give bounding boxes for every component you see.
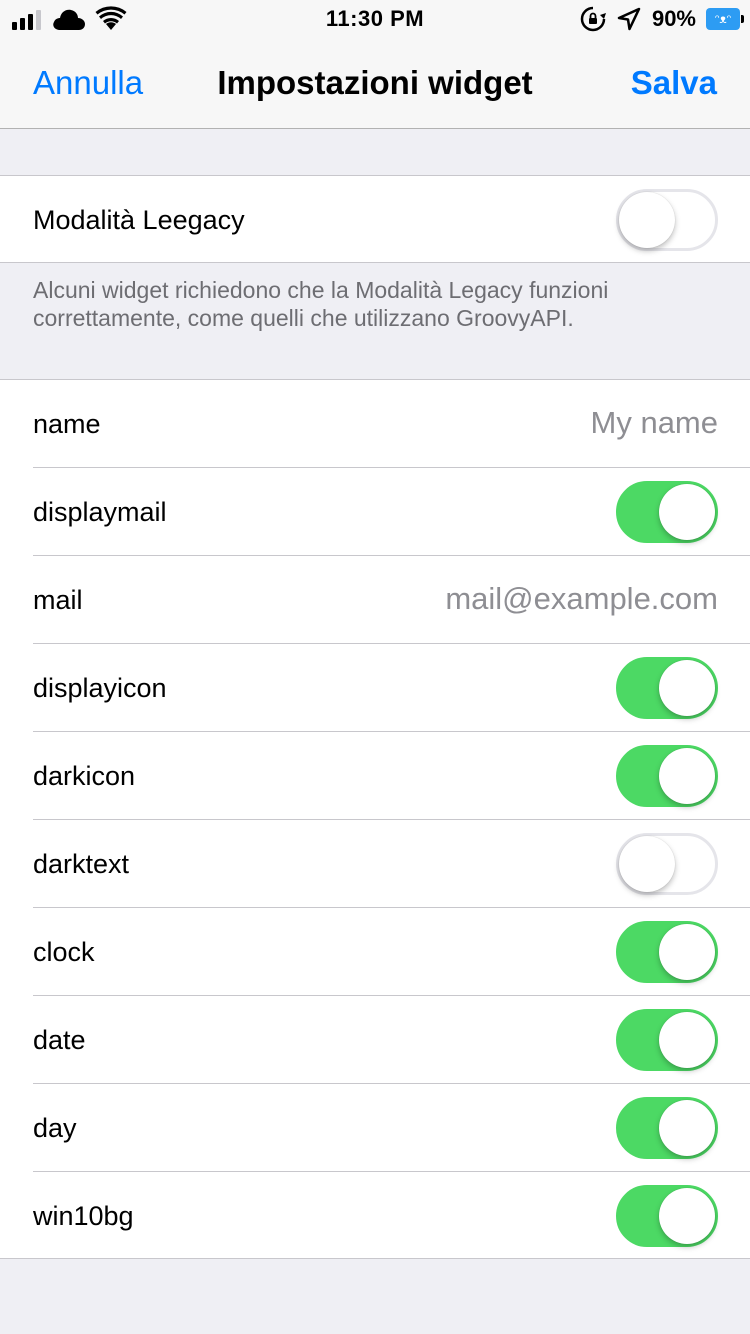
setting-row-displaymail: displaymail	[0, 468, 750, 556]
setting-row-displayicon: displayicon	[0, 644, 750, 732]
setting-label: win10bg	[33, 1201, 134, 1231]
toggle-knob	[659, 748, 715, 804]
toggle-knob	[659, 1188, 715, 1244]
setting-label: darktext	[33, 849, 130, 879]
day-toggle[interactable]	[616, 1097, 718, 1159]
setting-label: name	[33, 409, 101, 439]
mail-field[interactable]: mail@example.com	[445, 556, 718, 642]
battery-face: ᵔᴥᵔ	[714, 12, 732, 26]
save-button[interactable]: Salva	[631, 64, 717, 102]
legacy-row: Modalità Leegacy	[0, 176, 750, 264]
setting-label: displayicon	[33, 673, 167, 703]
settings-list: name My name displaymail mail mail@example.c…	[0, 379, 750, 1259]
setting-row-clock: clock	[0, 908, 750, 996]
win10bg-toggle[interactable]	[616, 1185, 718, 1247]
toggle-knob	[619, 836, 675, 892]
toggle-knob	[659, 924, 715, 980]
setting-label: darkicon	[33, 761, 136, 791]
setting-row-day: day	[0, 1084, 750, 1172]
toggle-knob	[659, 1100, 715, 1156]
legacy-label: Modalità Leegacy	[33, 205, 245, 235]
rotation-lock-icon	[580, 6, 606, 32]
battery-percent: 90%	[651, 6, 696, 31]
displaymail-toggle[interactable]	[616, 481, 718, 543]
setting-label: displaymail	[33, 497, 167, 527]
darktext-toggle[interactable]	[616, 833, 718, 895]
setting-label: clock	[33, 937, 95, 967]
legacy-footer-note: Alcuni widget richiedono che la Modalità…	[33, 277, 609, 331]
status-bar-right: 90% ᵔᴥᵔ	[580, 6, 744, 32]
setting-row-date: date	[0, 996, 750, 1084]
status-bar: 11:30 PM 90% ᵔᴥᵔ	[0, 0, 750, 40]
darkicon-toggle[interactable]	[616, 745, 718, 807]
navigation-bar: Annulla Impostazioni widget Salva	[0, 40, 750, 129]
setting-row-darktext: darktext	[0, 820, 750, 908]
legacy-toggle[interactable]	[616, 189, 718, 251]
toggle-knob	[659, 1012, 715, 1068]
setting-label: mail	[33, 585, 83, 615]
setting-label: day	[33, 1113, 77, 1143]
setting-row-win10bg: win10bg	[0, 1172, 750, 1260]
toggle-knob	[659, 660, 715, 716]
toggle-knob	[659, 484, 715, 540]
setting-label: date	[33, 1025, 86, 1055]
setting-row-mail: mail mail@example.com	[0, 556, 750, 644]
name-field[interactable]: My name	[591, 380, 718, 466]
date-toggle[interactable]	[616, 1009, 718, 1071]
setting-row-darkicon: darkicon	[0, 732, 750, 820]
battery-icon: ᵔᴥᵔ	[706, 8, 744, 30]
location-icon	[617, 7, 641, 31]
toggle-knob	[619, 192, 675, 248]
setting-row-name: name My name	[0, 380, 750, 468]
legacy-group: Modalità Leegacy	[0, 175, 750, 263]
clock-toggle[interactable]	[616, 921, 718, 983]
displayicon-toggle[interactable]	[616, 657, 718, 719]
